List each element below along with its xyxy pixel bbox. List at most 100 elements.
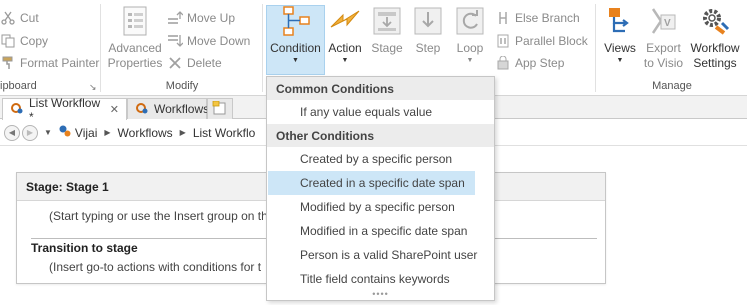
- copy-label: Copy: [20, 34, 49, 48]
- menu-item-modified-in-specific-date-span[interactable]: Modified in a specific date span: [267, 219, 494, 243]
- group-separator: [100, 4, 101, 92]
- menu-item-title-field-contains-keywords[interactable]: Title field contains keywords: [267, 267, 494, 291]
- group-separator: [595, 4, 596, 92]
- dropdown-caret-icon: ▼: [616, 57, 624, 64]
- views-button[interactable]: Views ▼: [601, 4, 639, 65]
- modify-group-label: Modify: [165, 80, 199, 92]
- stage-label: Stage: [371, 41, 403, 55]
- close-icon[interactable]: ✕: [110, 103, 119, 116]
- workflow-settings-label-2: Settings: [693, 56, 737, 70]
- loop-icon: [453, 4, 487, 38]
- cut-button[interactable]: Cut: [0, 8, 39, 28]
- menu-item-created-in-specific-date-span[interactable]: Created in a specific date span: [268, 171, 475, 195]
- delete-label: Delete: [187, 56, 222, 70]
- advanced-properties-button[interactable]: Advanced Properties: [106, 4, 164, 71]
- stage-icon: [370, 4, 404, 38]
- loop-label: Loop: [456, 41, 484, 55]
- parallel-block-icon: [495, 33, 511, 49]
- workflow-settings-label: Workflow: [690, 41, 740, 55]
- menu-item-modified-by-specific-person[interactable]: Modified by a specific person: [267, 195, 494, 219]
- sharepoint-designer-window: Cut Copy Format Painter ipboard ↘ Advanc…: [0, 0, 747, 305]
- tab-list-workflow[interactable]: List Workflow * ✕: [2, 96, 127, 124]
- move-up-icon: [167, 10, 183, 26]
- new-tab-button[interactable]: [207, 98, 233, 119]
- delete-button[interactable]: Delete: [167, 53, 222, 73]
- lightning-bolt-icon: [328, 4, 362, 38]
- properties-sheet-icon: [118, 4, 152, 38]
- advanced-properties-label: Advanced: [108, 41, 162, 55]
- app-step-icon: [495, 55, 511, 71]
- condition-dropdown-menu: Common Conditions If any value equals va…: [266, 76, 495, 301]
- menu-item-created-by-specific-person[interactable]: Created by a specific person: [267, 147, 494, 171]
- tab-label: Workflows: [154, 102, 210, 116]
- parallel-block-label: Parallel Block: [515, 34, 588, 48]
- dropdown-caret-icon: ▼: [292, 57, 299, 64]
- move-up-label: Move Up: [187, 11, 236, 25]
- workflow-icon: [10, 101, 24, 118]
- advanced-properties-label-2: Properties: [107, 56, 163, 70]
- move-up-button[interactable]: Move Up: [167, 8, 235, 28]
- delete-x-icon: [167, 55, 183, 71]
- export-visio-icon: V: [647, 4, 681, 38]
- move-down-button[interactable]: Move Down: [167, 31, 250, 51]
- format-painter-button[interactable]: Format Painter: [0, 53, 99, 73]
- workflow-settings-button[interactable]: Workflow Settings: [688, 4, 742, 71]
- breadcrumb-item[interactable]: Workflows: [118, 126, 173, 140]
- other-conditions-header: Other Conditions: [267, 124, 494, 147]
- transition-title: Transition to stage: [31, 241, 138, 255]
- manage-group-label: Manage: [652, 80, 692, 92]
- menu-item-person-is-valid-sharepoint-user[interactable]: Person is a valid SharePoint user: [267, 243, 494, 267]
- step-icon: [411, 4, 445, 38]
- back-arrow-icon[interactable]: ◀: [4, 124, 20, 141]
- step-button[interactable]: Step: [411, 4, 445, 56]
- views-icon: [603, 4, 637, 38]
- dropdown-caret-icon: ▼: [466, 57, 474, 64]
- workflow-icon: [135, 101, 149, 118]
- scissors-icon: [0, 10, 16, 26]
- breadcrumb-item[interactable]: List Workflo: [193, 126, 255, 140]
- step-label: Step: [415, 41, 441, 55]
- group-separator: [262, 4, 263, 92]
- new-page-icon: [212, 100, 228, 118]
- move-down-label: Move Down: [187, 34, 251, 48]
- chevron-right-icon: ▶: [179, 128, 186, 137]
- transition-hint-text[interactable]: (Insert go-to actions with conditions fo…: [49, 260, 261, 274]
- export-to-visio-button[interactable]: V Export to Visio: [641, 4, 686, 71]
- loop-button[interactable]: Loop ▼: [451, 4, 489, 65]
- copy-button[interactable]: Copy: [0, 31, 48, 51]
- else-branch-button[interactable]: Else Branch: [495, 8, 580, 28]
- format-painter-label: Format Painter: [20, 56, 100, 70]
- condition-label: Condition: [270, 41, 321, 55]
- else-branch-label: Else Branch: [515, 11, 580, 25]
- action-label: Action: [328, 41, 362, 55]
- tab-workflows[interactable]: Workflows: [127, 98, 210, 119]
- dropdown-caret-icon: ▼: [341, 57, 349, 64]
- dialog-launcher-icon[interactable]: ↘: [89, 82, 97, 93]
- common-conditions-header: Common Conditions: [267, 77, 494, 100]
- export-label: Export: [646, 41, 681, 55]
- condition-button[interactable]: Condition ▼: [266, 4, 325, 65]
- else-branch-icon: [495, 10, 511, 26]
- export-label-2: to Visio: [643, 56, 684, 70]
- move-down-icon: [167, 33, 183, 49]
- app-step-button[interactable]: App Step: [495, 53, 564, 73]
- cut-label: Cut: [20, 11, 39, 25]
- clipboard-group-label: ipboard: [0, 80, 37, 92]
- condition-flowchart-icon: [279, 4, 313, 38]
- resize-grip-icon[interactable]: ••••: [267, 290, 494, 300]
- parallel-block-button[interactable]: Parallel Block: [495, 31, 588, 51]
- chevron-right-icon: ▶: [104, 128, 111, 137]
- copy-icon: [0, 33, 16, 49]
- site-home-icon[interactable]: [58, 124, 72, 141]
- menu-item-if-any-value-equals-value[interactable]: If any value equals value: [267, 100, 494, 124]
- svg-text:V: V: [664, 18, 671, 29]
- history-dropdown-icon[interactable]: ▼: [44, 128, 52, 137]
- breadcrumb-item[interactable]: Vijai: [75, 126, 97, 140]
- workflow-settings-gear-icon: [698, 4, 732, 38]
- views-label: Views: [604, 41, 636, 55]
- action-button[interactable]: Action ▼: [326, 4, 364, 65]
- stage-button[interactable]: Stage: [368, 4, 406, 56]
- paintbrush-icon: [0, 55, 16, 71]
- stage-hint-text[interactable]: (Start typing or use the Insert group on…: [49, 209, 268, 223]
- forward-arrow-icon[interactable]: ▶: [22, 124, 38, 141]
